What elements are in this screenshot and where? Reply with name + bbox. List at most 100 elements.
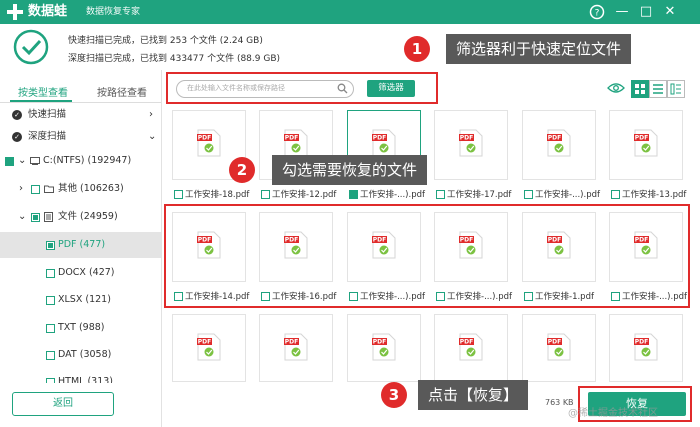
annotation-badge-2: 2 [229,157,255,183]
svg-text:PDF: PDF [460,339,473,346]
xlsx-checkbox[interactable] [46,296,55,305]
sidebar: 按类型查看 按路径查看 ✓ 快速扫描 › ✓ 深度扫描 ⌄ ⌄ C:(NTFS)… [0,70,162,427]
file-checkbox[interactable] [611,190,620,199]
pdf-file-icon: PDF [547,129,571,157]
svg-text:PDF: PDF [285,339,298,346]
tree-item-docx[interactable]: DOCX (427) [0,260,161,286]
pdf-file-icon: PDF [284,333,308,361]
back-button[interactable]: 返回 [12,392,114,416]
pdf-checkbox[interactable] [46,241,55,250]
file-checkbox[interactable] [436,190,445,199]
file-checkbox[interactable] [261,190,270,199]
eye-icon[interactable] [607,81,625,95]
pdf-file-icon: PDF [284,129,308,157]
pdf-file-icon: PDF [197,129,221,157]
tree-item-file[interactable]: ⌄ 文件 (24959) [0,206,161,228]
scan-complete-icon [13,29,49,65]
sidebar-item-quick-scan[interactable]: ✓ 快速扫描 › [0,104,161,126]
deep-scan-status: 深度扫描已完成，已找到 433477 个文件 (88.9 GB) [68,54,281,64]
app-subtitle: 数据恢复专家 [86,7,141,17]
drive-checkbox[interactable] [5,157,14,166]
chevron-right-icon[interactable]: › [19,178,23,200]
svg-text:?: ? [595,9,600,19]
annotation-callout-3: 点击【恢复】 [418,380,529,410]
tree-item-dat[interactable]: DAT (3058) [0,342,161,368]
file-checkbox[interactable] [524,190,533,199]
tree-item-pdf[interactable]: PDF (477) [0,232,161,258]
pdf-file-icon: PDF [459,129,483,157]
tab-by-type[interactable]: 按类型查看 [18,84,68,99]
file-card[interactable]: PDF [609,314,683,382]
svg-text:PDF: PDF [373,135,386,142]
pdf-file-icon: PDF [459,333,483,361]
pdf-file-icon: PDF [634,129,658,157]
detail-view-button[interactable] [667,80,685,98]
chevron-down-icon[interactable]: ⌄ [18,206,26,228]
file-card[interactable]: PDF [522,110,596,180]
files-highlight-box [164,204,690,308]
close-icon[interactable]: ✕ [661,3,679,21]
minimize-icon[interactable]: — [613,3,631,21]
svg-text:PDF: PDF [373,339,386,346]
annotation-callout-2: 勾选需要恢复的文件 [272,155,428,185]
file-card[interactable]: PDF [434,314,508,382]
svg-text:PDF: PDF [460,135,473,142]
tab-by-path[interactable]: 按路径查看 [97,84,147,99]
help-icon[interactable]: ? [588,3,606,21]
detail-icon [670,83,681,95]
file-checkbox[interactable] [174,190,183,199]
pdf-file-icon: PDF [372,129,396,157]
folder-icon [44,185,54,193]
watermark: @稀土掘金技术社区 [568,408,658,419]
chevron-down-icon[interactable]: ⌄ [18,150,26,172]
pdf-file-icon: PDF [634,333,658,361]
document-icon [44,212,53,222]
pdf-file-icon: PDF [372,333,396,361]
dat-checkbox[interactable] [46,351,55,360]
file-checkbox[interactable] [349,190,358,199]
active-tab-underline [10,100,72,102]
svg-text:PDF: PDF [198,339,211,346]
svg-text:PDF: PDF [635,339,648,346]
file-card[interactable]: PDF [347,314,421,382]
annotation-callout-1: 筛选器利于快速定位文件 [446,34,632,64]
list-icon [653,84,663,94]
check-badge-icon: ✓ [12,132,22,142]
other-checkbox[interactable] [31,185,40,194]
tree-item-html[interactable]: HTML (313) [0,369,161,383]
grid-view-button[interactable] [631,80,649,98]
annotation-badge-1: 1 [404,36,430,62]
html-checkbox[interactable] [46,378,55,383]
file-checkbox[interactable] [31,213,40,222]
check-badge-icon: ✓ [12,110,22,120]
title-bar: 数据蛙 数据恢复专家 ? — □ ✕ [0,0,700,24]
drive-icon [30,157,40,165]
svg-text:PDF: PDF [635,135,648,142]
tree-item-drive[interactable]: ⌄ C:(NTFS) (192947) [0,150,161,172]
docx-checkbox[interactable] [46,269,55,278]
view-tabs: 按类型查看 按路径查看 [0,80,161,103]
tree-item-other[interactable]: › 其他 (106263) [0,178,161,200]
quick-scan-status: 快速扫描已完成，已找到 253 个文件 (2.24 GB) [68,36,263,46]
svg-text:PDF: PDF [198,135,211,142]
app-name: 数据蛙 [28,4,68,19]
tree-item-xlsx[interactable]: XLSX (121) [0,287,161,313]
file-card[interactable]: PDF [172,314,246,382]
svg-text:PDF: PDF [285,135,298,142]
list-view-button[interactable] [649,80,667,98]
chevron-down-icon[interactable]: ⌄ [148,126,156,148]
file-card[interactable]: PDF [434,110,508,180]
sidebar-item-deep-scan[interactable]: ✓ 深度扫描 ⌄ [0,126,161,148]
txt-checkbox[interactable] [46,324,55,333]
filter-highlight-box [166,72,438,104]
tree-item-txt[interactable]: TXT (988) [0,315,161,341]
file-card[interactable]: PDF [522,314,596,382]
app-logo-icon [7,4,23,20]
file-card[interactable]: PDF [609,110,683,180]
file-card[interactable]: PDF [259,314,333,382]
pdf-file-icon: PDF [547,333,571,361]
svg-text:PDF: PDF [548,339,561,346]
maximize-icon[interactable]: □ [637,3,655,21]
chevron-right-icon[interactable]: › [149,104,153,126]
grid-icon [635,84,645,94]
